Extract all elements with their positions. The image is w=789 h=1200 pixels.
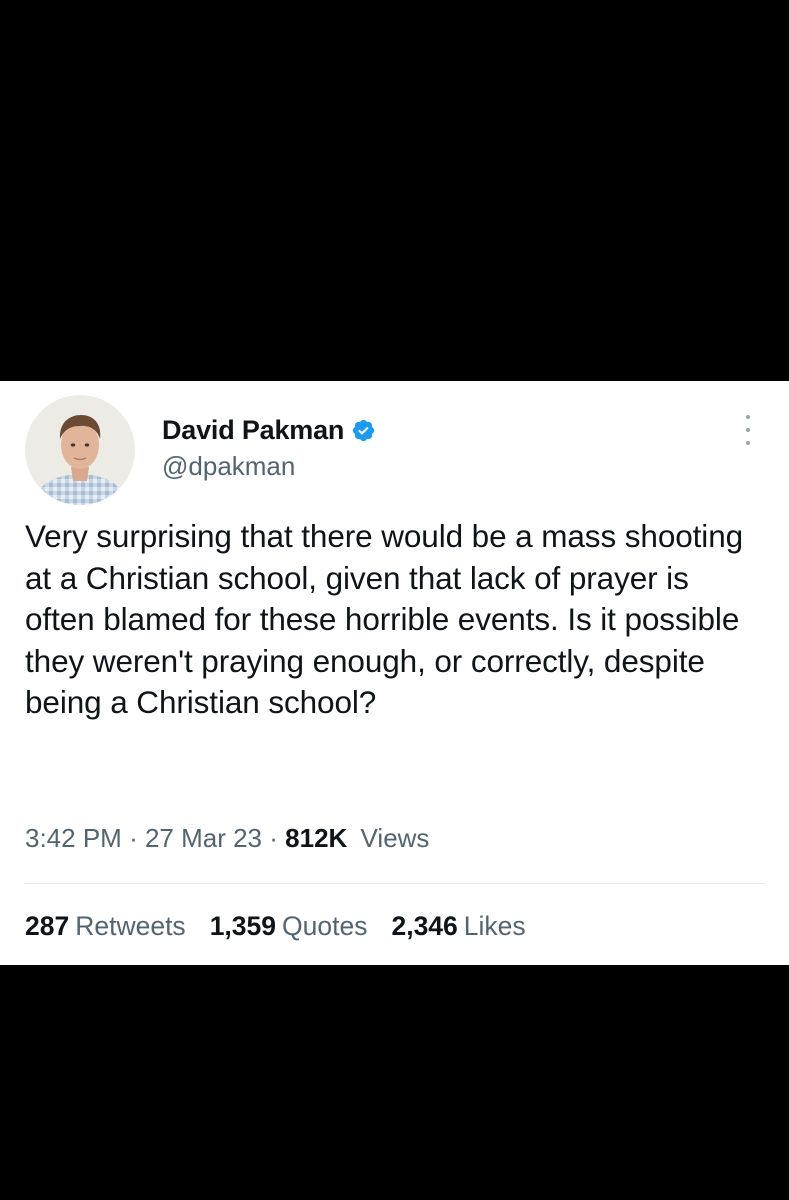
more-options-icon[interactable] [743,415,753,445]
views-count: 812K [285,823,348,853]
likes-label: Likes [463,911,526,941]
views-label: Views [360,823,430,853]
tweet-date[interactable]: 27 Mar 23 [145,823,262,853]
divider [25,883,765,884]
meta-separator: · [129,823,145,853]
screenshot-page: David Pakman @dpakman Very surprising th… [0,0,789,1200]
engagement-stats: 287 Retweets 1,359 Quotes 2,346 Likes [25,911,550,942]
meta-separator: · [269,823,286,853]
tweet-meta: 3:42 PM · 27 Mar 23 · 812K Views [25,823,429,854]
quotes-stat[interactable]: 1,359 Quotes [210,911,368,942]
tweet-author: David Pakman @dpakman [162,413,376,482]
avatar-image [25,395,135,505]
retweets-label: Retweets [75,911,186,941]
more-dot [746,441,750,445]
retweets-stat[interactable]: 287 Retweets [25,911,186,942]
quotes-label: Quotes [282,911,368,941]
author-handle[interactable]: @dpakman [162,451,376,482]
more-dot [746,415,750,419]
quotes-count: 1,359 [209,911,277,941]
tweet-card: David Pakman @dpakman Very surprising th… [0,381,789,965]
tweet-text: Very surprising that there would be a ma… [25,518,744,720]
retweets-count: 287 [25,911,70,941]
more-dot [746,428,750,432]
likes-count: 2,346 [391,911,458,941]
verified-badge-icon [353,419,375,441]
author-name-row: David Pakman [162,413,376,447]
avatar[interactable] [25,395,135,505]
author-display-name[interactable]: David Pakman [162,415,344,446]
tweet-time[interactable]: 3:42 PM [25,823,122,853]
likes-stat[interactable]: 2,346 Likes [391,911,525,942]
